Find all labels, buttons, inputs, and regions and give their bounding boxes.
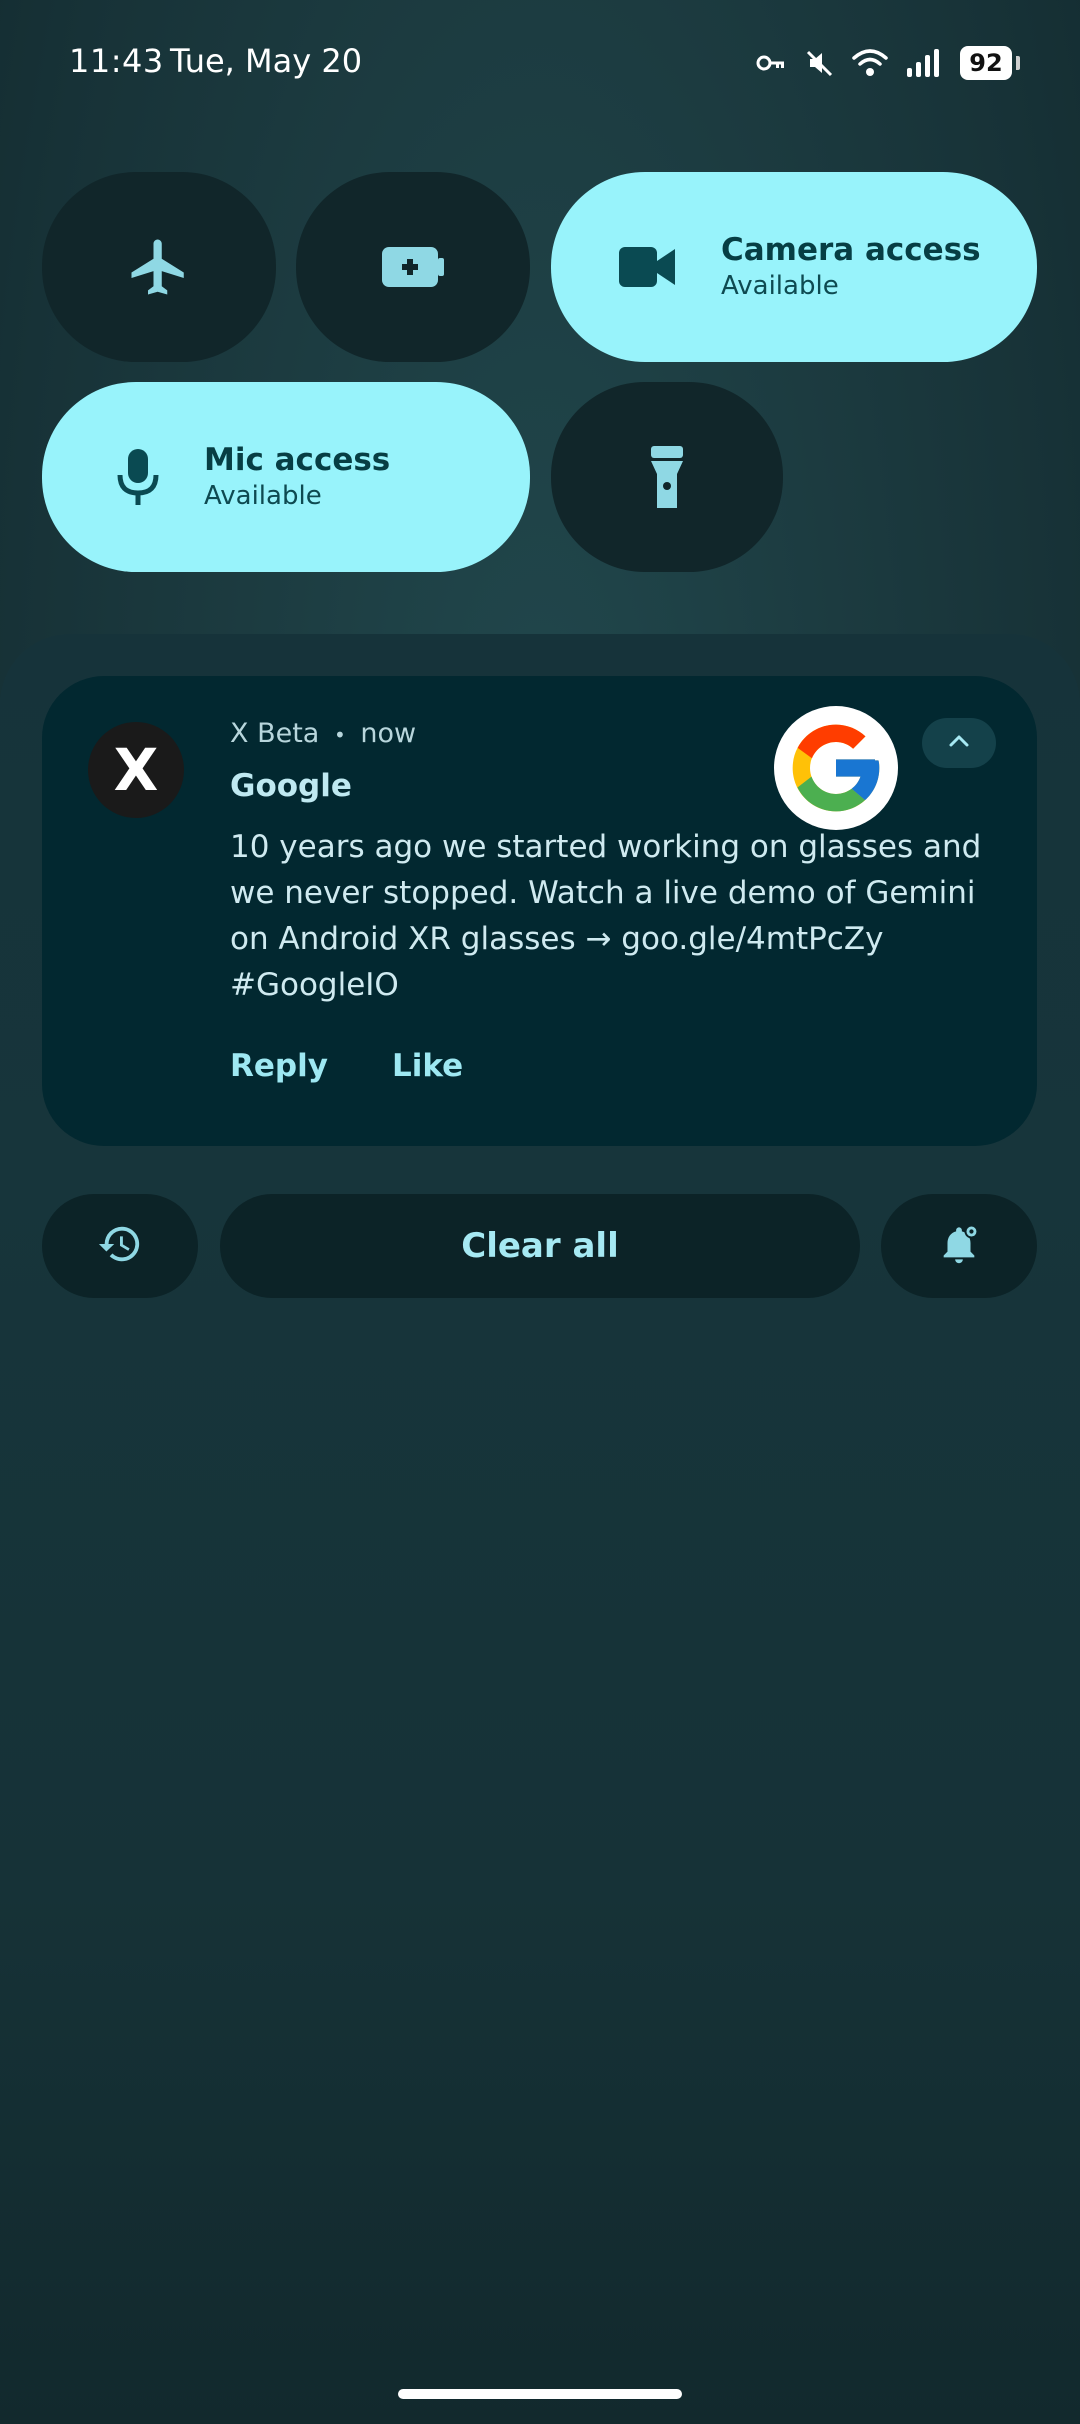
airplane-mode-tile[interactable]: [42, 172, 276, 362]
flashlight-tile[interactable]: [551, 382, 783, 572]
camera-access-status: Available: [721, 271, 839, 301]
battery-saver-tile[interactable]: [296, 172, 530, 362]
x-app-icon: X: [88, 722, 184, 818]
notification-card[interactable]: X X Beta • now Google 10 years ago we st…: [42, 676, 1037, 1146]
airplane-icon: [126, 234, 192, 300]
chevron-up-icon: [947, 733, 971, 753]
muted-icon: [804, 48, 834, 78]
signal-icon: [906, 48, 942, 78]
history-icon: [97, 1221, 143, 1271]
wifi-icon: [852, 48, 888, 78]
notification-time: now: [360, 718, 417, 749]
notification-settings-icon: [936, 1221, 982, 1271]
notification-header: X Beta • now: [230, 718, 416, 749]
notification-settings-button[interactable]: [881, 1194, 1037, 1298]
notification-app-name: X Beta: [230, 718, 320, 749]
notification-body: 10 years ago we started working on glass…: [230, 829, 982, 1003]
mic-access-title: Mic access: [204, 442, 391, 478]
camera-access-tile[interactable]: Camera access Available: [551, 172, 1037, 362]
collapse-button[interactable]: [922, 718, 996, 768]
vpn-key-icon: [756, 53, 786, 73]
status-time: 11:43: [69, 42, 164, 80]
home-indicator[interactable]: [398, 2389, 682, 2399]
battery-icon: 92: [960, 46, 1020, 80]
battery-level: 92: [969, 49, 1003, 77]
notification-title: Google: [230, 768, 352, 804]
battery-plus-icon: [380, 242, 446, 292]
status-icons: 92: [756, 44, 1020, 82]
like-button[interactable]: Like: [392, 1048, 463, 1084]
mic-access-status: Available: [204, 481, 322, 511]
flashlight-icon: [647, 444, 687, 510]
video-camera-icon: [617, 243, 677, 291]
camera-access-title: Camera access: [721, 232, 981, 268]
reply-button[interactable]: Reply: [230, 1048, 328, 1084]
notification-history-button[interactable]: [42, 1194, 198, 1298]
x-app-letter: X: [113, 736, 159, 804]
microphone-icon: [116, 447, 160, 507]
status-date: Tue, May 20: [170, 42, 363, 80]
mic-access-tile[interactable]: Mic access Available: [42, 382, 530, 572]
clear-all-label: Clear all: [461, 1226, 619, 1266]
status-bar: 11:43 Tue, May 20 92: [0, 0, 1080, 120]
notification-separator: •: [333, 723, 346, 747]
clear-all-button[interactable]: Clear all: [220, 1194, 860, 1298]
google-g-logo: [774, 706, 898, 830]
